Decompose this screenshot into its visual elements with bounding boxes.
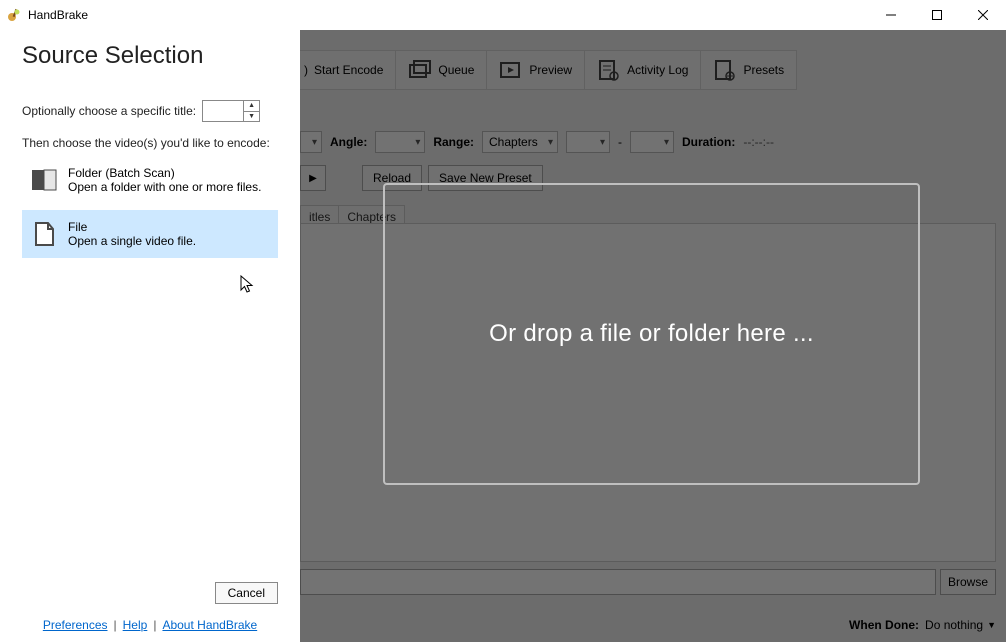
help-link[interactable]: Help bbox=[123, 618, 148, 632]
window-title: HandBrake bbox=[28, 8, 868, 22]
spinner-up-button[interactable]: ▲ bbox=[244, 101, 259, 112]
titlebar: HandBrake bbox=[0, 0, 1006, 30]
cancel-button[interactable]: Cancel bbox=[215, 582, 278, 604]
folder-option-desc: Open a folder with one or more files. bbox=[68, 180, 261, 194]
source-selection-panel: Source Selection Optionally choose a spe… bbox=[0, 30, 300, 642]
file-option-title: File bbox=[68, 220, 196, 234]
maximize-button[interactable] bbox=[914, 0, 960, 30]
folder-icon bbox=[30, 166, 58, 194]
about-link[interactable]: About HandBrake bbox=[162, 618, 257, 632]
close-button[interactable] bbox=[960, 0, 1006, 30]
panel-title: Source Selection bbox=[22, 42, 278, 70]
drop-zone[interactable]: Or drop a file or folder here ... bbox=[383, 183, 920, 485]
file-option-desc: Open a single video file. bbox=[68, 234, 196, 248]
drop-zone-text: Or drop a file or folder here ... bbox=[489, 320, 814, 348]
preferences-link[interactable]: Preferences bbox=[43, 618, 108, 632]
title-number-input[interactable] bbox=[203, 101, 243, 121]
minimize-button[interactable] bbox=[868, 0, 914, 30]
title-number-spinner[interactable]: ▲ ▼ bbox=[202, 100, 260, 122]
footer-links: Preferences | Help | About HandBrake bbox=[22, 618, 278, 632]
folder-option[interactable]: Folder (Batch Scan) Open a folder with o… bbox=[22, 156, 278, 204]
optional-title-label: Optionally choose a specific title: bbox=[22, 104, 196, 118]
folder-option-title: Folder (Batch Scan) bbox=[68, 166, 261, 180]
spinner-down-button[interactable]: ▼ bbox=[244, 112, 259, 122]
then-choose-label: Then choose the video(s) you'd like to e… bbox=[22, 136, 278, 150]
file-option[interactable]: File Open a single video file. bbox=[22, 210, 278, 258]
cursor-icon bbox=[240, 275, 256, 300]
app-icon bbox=[6, 7, 22, 23]
file-icon bbox=[30, 220, 58, 248]
